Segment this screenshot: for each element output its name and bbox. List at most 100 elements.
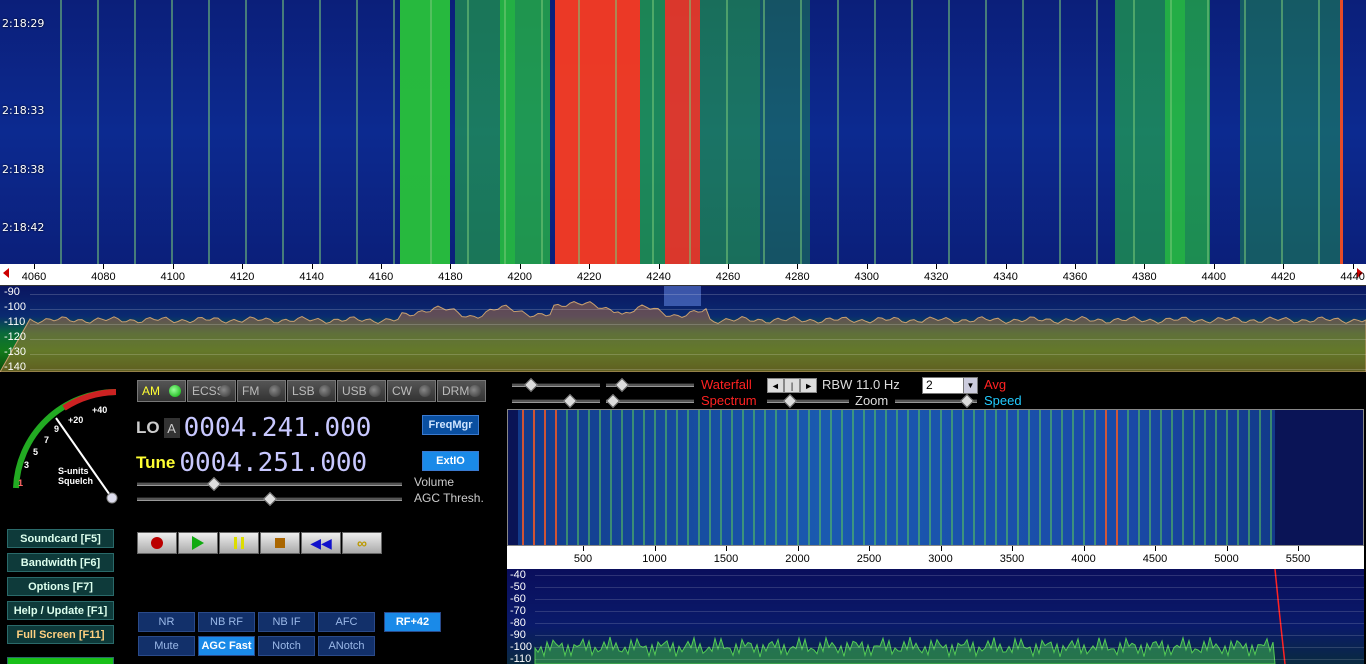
waterfall-carrier-line xyxy=(948,0,950,264)
tune-frequency-display[interactable]: 0004.251.000 xyxy=(179,448,367,478)
dsp-button-agc-fast[interactable]: AGC Fast xyxy=(198,636,255,656)
play-button[interactable] xyxy=(178,532,218,554)
dsp-button-nr[interactable]: NR xyxy=(138,612,195,632)
mode-button-am[interactable]: AM xyxy=(137,380,186,402)
main-spectrum[interactable]: -90 -100 -110 -120 -130 -140 xyxy=(0,286,1366,372)
slider-thumb[interactable] xyxy=(563,393,578,409)
volume-slider-thumb[interactable] xyxy=(206,476,221,492)
audio-waterfall-line xyxy=(896,410,898,545)
waterfall-slider-1[interactable] xyxy=(512,377,600,393)
audio-spectrum-gridline xyxy=(535,599,1364,600)
slider-thumb[interactable] xyxy=(524,377,539,393)
freq-tick-label: 4180 xyxy=(438,271,463,283)
audio-waterfall-line xyxy=(1039,410,1041,545)
slider-thumb[interactable] xyxy=(614,377,629,393)
menu-button[interactable]: Options [F7] xyxy=(7,577,114,596)
freq-tick-label: 4140 xyxy=(299,271,324,283)
zoom-slider[interactable] xyxy=(767,393,849,409)
speed-slider[interactable] xyxy=(895,393,977,409)
freq-tick xyxy=(589,264,591,269)
audio-frequency-scale[interactable]: 500 1000 1500 2000 2500 3000 3500 4000 4500 5000 5… xyxy=(507,546,1364,569)
dsp-button-nb-rf[interactable]: NB RF xyxy=(198,612,255,632)
mode-button-cw[interactable]: CW xyxy=(387,380,436,402)
audio-freq-tick-label: 3500 xyxy=(999,553,1025,565)
slider-thumb[interactable] xyxy=(605,393,621,409)
filter-passband-marker[interactable] xyxy=(664,286,701,306)
menu-button[interactable]: Soundcard [F5] xyxy=(7,529,114,548)
dsp-button-rf-42[interactable]: RF+42 xyxy=(384,612,441,632)
freq-tick xyxy=(172,264,174,269)
agc-threshold-slider-thumb[interactable] xyxy=(262,491,277,507)
loop-button[interactable]: ∞ xyxy=(342,532,382,554)
rbw-increase-icon[interactable]: ► xyxy=(800,378,818,393)
mode-button-drm[interactable]: DRM xyxy=(437,380,486,402)
spectrum-slider-1[interactable] xyxy=(512,393,600,409)
spectrum-gridline xyxy=(30,294,1366,295)
audio-waterfall-line xyxy=(1149,410,1151,545)
freq-tick xyxy=(450,264,452,269)
waterfall-carrier-line xyxy=(1170,0,1172,264)
tune-frequency-row: Tune 0004.251.000 xyxy=(136,448,367,478)
menu-extra-button[interactable] xyxy=(7,657,114,664)
rewind-button[interactable]: ◀◀ xyxy=(301,532,341,554)
extio-button[interactable]: ExtIO xyxy=(422,451,479,471)
lo-vfo-a-button[interactable]: A xyxy=(163,418,180,438)
mode-button-lsb[interactable]: LSB xyxy=(287,380,336,402)
waterfall-carrier-line xyxy=(615,0,617,264)
frequency-scale[interactable]: 4060 4080 4100 4120 4140 4160 4180 4200 4220 4240… xyxy=(0,264,1366,286)
audio-waterfall-line xyxy=(709,410,711,545)
audio-waterfall-line xyxy=(929,410,931,545)
audio-waterfall-line xyxy=(544,410,546,545)
menu-button[interactable]: Bandwidth [F6] xyxy=(7,553,114,572)
audio-db-label: -40 xyxy=(510,569,526,581)
main-waterfall[interactable]: 2:18:29 2:18:33 2:18:38 2:18:42 xyxy=(0,0,1366,264)
s-meter: 1 3 5 7 9 +20 +40 S-units Squelch xyxy=(4,378,130,508)
rbw-spinner[interactable]: ◄ | ► xyxy=(767,378,818,393)
s-meter-scale-label: 1 xyxy=(18,478,24,488)
lo-frequency-display[interactable]: 0004.241.000 xyxy=(184,413,372,443)
audio-freq-tick xyxy=(869,546,870,551)
menu-button[interactable]: Full Screen [F11] xyxy=(7,625,114,644)
dsp-button-afc[interactable]: AFC xyxy=(318,612,375,632)
dsp-button-mute[interactable]: Mute xyxy=(138,636,195,656)
freq-tick-label: 4240 xyxy=(646,271,671,283)
waterfall-carrier-line xyxy=(430,0,432,264)
spectrum-gridline xyxy=(30,324,1366,325)
record-button[interactable] xyxy=(137,532,177,554)
menu-button[interactable]: Help / Update [F1] xyxy=(7,601,114,620)
freq-tick-label: 4120 xyxy=(229,271,255,283)
slider-thumb[interactable] xyxy=(782,393,798,409)
mode-button-usb[interactable]: USB xyxy=(337,380,386,402)
freqmgr-button[interactable]: FreqMgr xyxy=(422,415,479,435)
scroll-left-arrow-icon[interactable] xyxy=(3,268,9,278)
mode-button-ecss[interactable]: ECSS xyxy=(187,380,236,402)
avg-select[interactable]: 2 ▼ xyxy=(922,377,978,394)
stop-button[interactable] xyxy=(260,532,300,554)
dsp-button-notch[interactable]: Notch xyxy=(258,636,315,656)
pause-button[interactable] xyxy=(219,532,259,554)
audio-waterfall-line xyxy=(1226,410,1228,545)
audio-db-label: -90 xyxy=(510,629,526,641)
dsp-button-anotch[interactable]: ANotch xyxy=(318,636,375,656)
mode-button-fm[interactable]: FM xyxy=(237,380,286,402)
audio-waterfall-line xyxy=(786,410,788,545)
waterfall-slider-2[interactable] xyxy=(606,377,694,393)
audio-waterfall-line xyxy=(885,410,887,545)
spectrum-slider-2[interactable] xyxy=(605,393,694,409)
mode-button-label: LSB xyxy=(292,384,315,398)
agc-threshold-slider[interactable] xyxy=(137,491,402,507)
slider-thumb[interactable] xyxy=(960,393,975,409)
audio-waterfall[interactable] xyxy=(507,409,1364,546)
waterfall-carrier-line xyxy=(1281,0,1283,264)
audio-freq-tick xyxy=(940,546,942,551)
audio-waterfall-line xyxy=(665,410,667,545)
freq-tick-label: 4260 xyxy=(715,271,741,283)
waterfall-carrier-line xyxy=(763,0,765,264)
audio-waterfall-line xyxy=(918,410,920,545)
audio-waterfall-line xyxy=(1138,410,1140,545)
volume-slider[interactable] xyxy=(137,476,402,492)
rbw-decrease-icon[interactable]: ◄ xyxy=(767,378,784,393)
dsp-button-nb-if[interactable]: NB IF xyxy=(258,612,315,632)
chevron-down-icon[interactable]: ▼ xyxy=(963,378,977,393)
audio-spectrum[interactable]: -40 -50 -60 -70 -80 -90 -100 -110 xyxy=(507,569,1364,664)
